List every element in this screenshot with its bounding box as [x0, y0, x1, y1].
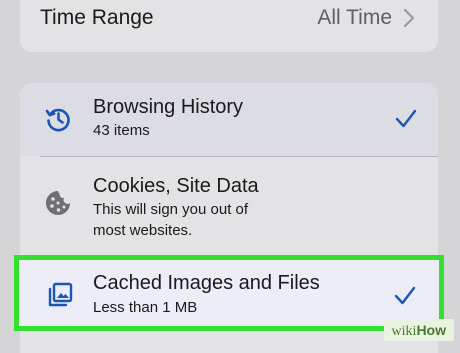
chevron-right-icon: [403, 8, 415, 28]
history-icon: [45, 108, 70, 132]
cookies-site-data-row[interactable]: Cookies, Site Data This will sign you ou…: [20, 157, 438, 253]
time-range-value: All Time: [317, 6, 392, 29]
watermark-wiki: wiki: [391, 324, 417, 339]
browsing-history-subtitle: 43 items: [93, 122, 150, 139]
cookies-title: Cookies, Site Data: [93, 175, 259, 197]
browsing-history-row[interactable]: Browsing History 43 items: [20, 83, 438, 156]
wikihow-watermark: wikiHow: [383, 319, 454, 341]
checkmark-icon: [394, 286, 416, 305]
checkmark-icon: [395, 109, 417, 128]
time-range-label: Time Range: [40, 6, 154, 29]
images-icon: [48, 282, 73, 307]
browsing-history-title: Browsing History: [93, 96, 244, 118]
cookie-icon: [46, 191, 70, 215]
cookies-subtitle-line2: most websites.: [93, 222, 193, 239]
cached-images-files-row[interactable]: Cached Images and Files Less than 1 MB: [14, 255, 444, 331]
cached-images-title: Cached Images and Files: [93, 272, 320, 294]
cookies-subtitle-line1: This will sign you out of: [93, 201, 249, 218]
time-range-row[interactable]: Time Range All Time: [20, 0, 438, 52]
watermark-how: How: [416, 322, 446, 338]
cached-images-subtitle: Less than 1 MB: [93, 299, 198, 316]
